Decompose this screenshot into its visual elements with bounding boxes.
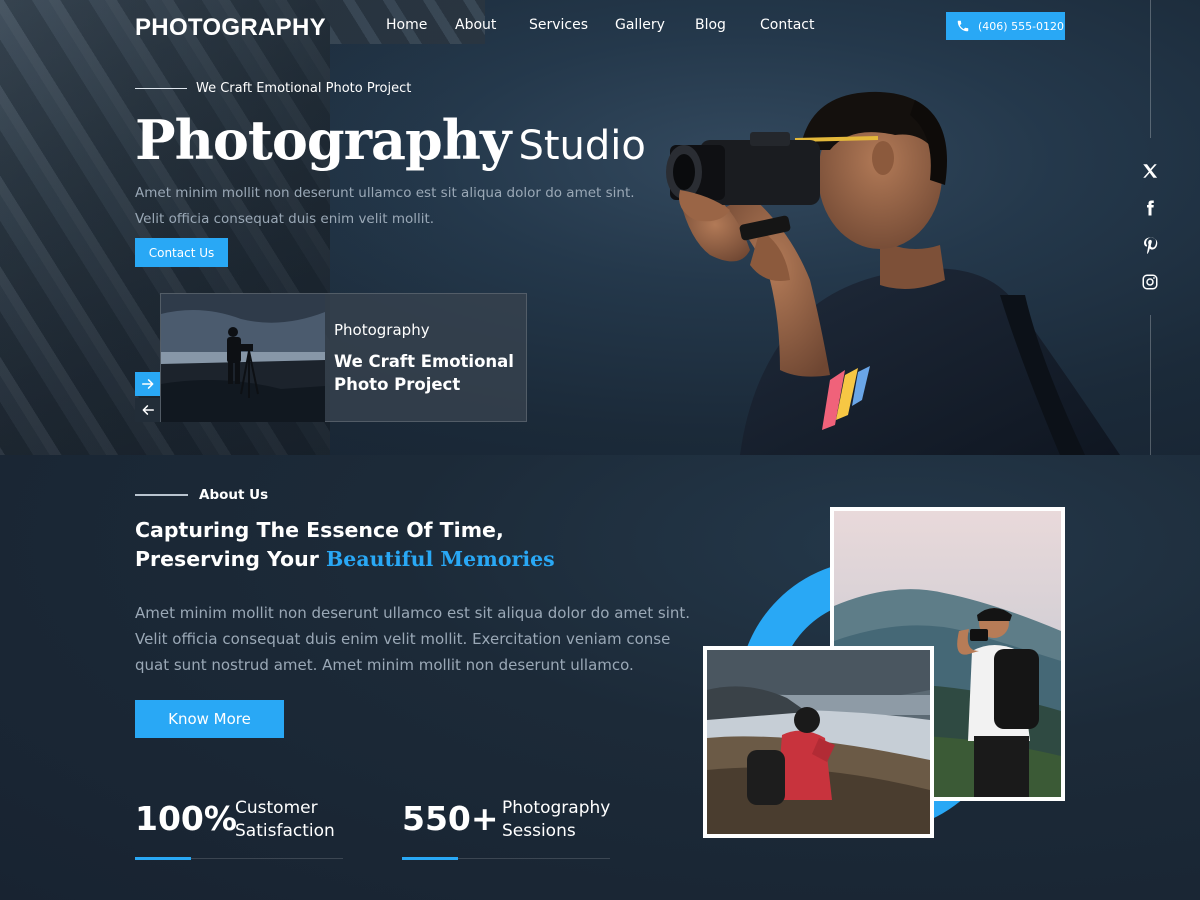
hero-section: PHOTOGRAPHY Home About Services Gallery …: [0, 0, 1200, 455]
instagram-icon[interactable]: [1139, 271, 1161, 293]
stat-label: Photography Sessions: [502, 798, 611, 841]
arrow-right-icon: [141, 379, 153, 389]
pinterest-icon[interactable]: [1139, 234, 1161, 256]
stat-value: 100%: [135, 799, 237, 838]
phone-icon: [957, 20, 969, 32]
nav-services[interactable]: Services: [529, 17, 588, 33]
know-more-button[interactable]: Know More: [135, 700, 284, 738]
nav-home[interactable]: Home: [386, 17, 427, 33]
stat-label: Customer Satisfaction: [235, 798, 335, 841]
about-description: Amet minim mollit non deserunt ullamco e…: [135, 604, 691, 674]
hero-title: Photography Studio: [135, 108, 646, 172]
contact-us-button[interactable]: Contact Us: [135, 238, 228, 267]
nav-blog[interactable]: Blog: [695, 17, 726, 33]
nav-gallery[interactable]: Gallery: [615, 17, 665, 33]
stat-value: 550+: [402, 799, 499, 838]
phone-button[interactable]: (406) 555-0120: [946, 12, 1065, 40]
x-icon[interactable]: [1139, 160, 1161, 182]
slide-kicker: Photography: [334, 321, 430, 339]
slide-title: We Craft Emotional Photo Project: [334, 352, 514, 394]
nav-contact[interactable]: Contact: [760, 17, 814, 33]
hero-tagline: We Craft Emotional Photo Project: [196, 81, 412, 96]
slider-card[interactable]: Photography We Craft Emotional Photo Pro…: [160, 293, 527, 422]
slider-next-button[interactable]: [135, 372, 160, 396]
hero-description: Amet minim mollit non deserunt ullamco e…: [135, 185, 635, 227]
slide-image: [161, 294, 325, 422]
stat-satisfaction: 100% Customer Satisfaction: [135, 795, 343, 860]
slider-prev-button[interactable]: [135, 398, 160, 422]
photographer-image: [666, 91, 1120, 455]
nav-about[interactable]: About: [455, 17, 496, 33]
arrow-left-icon: [142, 405, 154, 415]
phone-number: (406) 555-0120: [978, 19, 1065, 33]
about-heading: Capturing The Essence Of Time, Preservin…: [135, 518, 555, 571]
mountain-photo: [703, 646, 934, 838]
facebook-icon[interactable]: [1139, 197, 1161, 219]
about-kicker: About Us: [199, 487, 269, 503]
heading-accent: Beautiful Memories: [325, 547, 555, 571]
stat-sessions: 550+ Photography Sessions: [402, 795, 610, 860]
